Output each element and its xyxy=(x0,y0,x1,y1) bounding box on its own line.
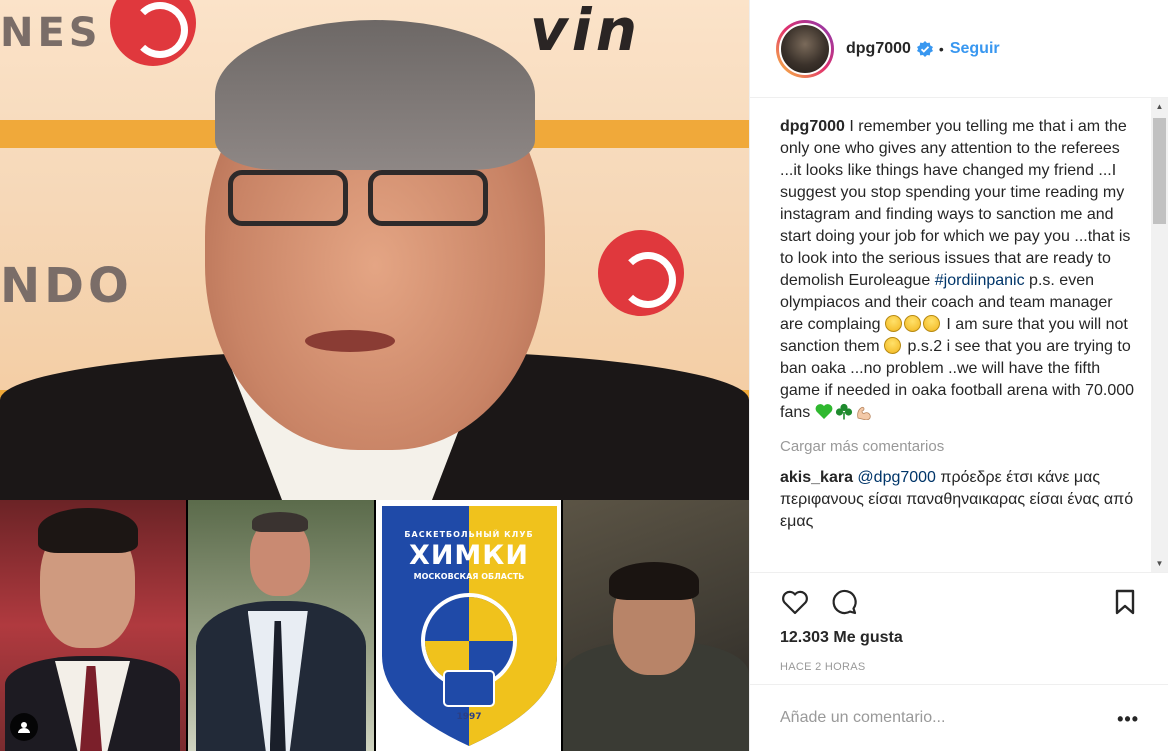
green-heart-icon xyxy=(815,404,833,419)
caption: dpg7000 I remember you telling me that i… xyxy=(780,116,1138,424)
verified-badge-icon xyxy=(916,40,933,57)
post-media[interactable]: NES vin NDO БАСКЕТБОЛЬНЫЙ КЛУБ ХИМКИ МОС… xyxy=(0,0,749,751)
load-more-comments-link[interactable]: Cargar más comentarios xyxy=(780,438,1138,455)
comment-author[interactable]: akis_kara xyxy=(780,469,853,486)
caption-author[interactable]: dpg7000 xyxy=(780,118,845,135)
comment-mention[interactable]: @dpg7000 xyxy=(857,469,936,486)
thumbnail-coach-1 xyxy=(0,500,186,751)
thumbnail-owner xyxy=(563,500,749,751)
post-header: dpg7000 • Seguir xyxy=(750,0,1168,98)
laughing-emoji-icon xyxy=(922,315,940,332)
scroll-down-arrow-icon[interactable]: ▼ xyxy=(1151,555,1168,572)
khimki-club-text: БАСКЕТБОЛЬНЫЙ КЛУБ xyxy=(404,530,534,539)
owner-hair xyxy=(609,562,700,600)
khimki-year-text: 1997 xyxy=(456,712,482,722)
man-hair xyxy=(215,20,535,170)
shamrock-icon xyxy=(835,403,852,420)
airline-logo-top xyxy=(110,0,196,66)
comment-item: akis_kara @dpg7000 πρόεδρε έτσι κάνε μας… xyxy=(780,467,1138,533)
thumbnail-khimki-logo: БАСКЕТБОЛЬНЫЙ КЛУБ ХИМКИ МОСКОВСКАЯ ОБЛА… xyxy=(375,500,562,751)
khimki-region-text: МОСКОВСКАЯ ОБЛАСТЬ xyxy=(413,572,525,581)
post-timestamp[interactable]: HACE 2 HORAS xyxy=(780,661,866,673)
banner-text-left: NES xyxy=(0,10,102,56)
glasses-right xyxy=(368,170,488,226)
user-tag-icon[interactable] xyxy=(10,713,38,741)
avatar-image xyxy=(779,22,831,75)
hushed-emoji-icon xyxy=(884,337,902,354)
bookmark-icon[interactable] xyxy=(1110,587,1140,617)
comments-section[interactable]: dpg7000 I remember you telling me that i… xyxy=(750,98,1168,572)
coach-hair xyxy=(251,512,308,532)
hero-photo: NES vin NDO xyxy=(0,0,749,500)
comment-icon[interactable] xyxy=(829,587,859,617)
caption-text-1: I remember you telling me that i am the … xyxy=(780,118,1131,289)
laughing-emoji-icon xyxy=(903,315,921,332)
man-mouth xyxy=(305,330,395,352)
airline-logo-right xyxy=(598,230,684,316)
likes-count[interactable]: 12.303 Me gusta xyxy=(780,629,903,647)
banner-text-right: vin xyxy=(530,0,641,64)
coach-hair xyxy=(38,508,138,553)
follow-button[interactable]: Seguir xyxy=(950,40,1000,58)
avatar[interactable] xyxy=(776,19,834,78)
banner-text-mid: NDO xyxy=(0,258,133,314)
add-comment-bar: ••• xyxy=(750,684,1168,751)
add-comment-input[interactable] xyxy=(780,709,1100,727)
thumbnail-coach-2 xyxy=(187,500,374,751)
scrollbar-thumb[interactable] xyxy=(1153,118,1166,224)
post-panel: dpg7000 • Seguir dpg7000 I remember you … xyxy=(749,0,1168,751)
flexed-biceps-icon xyxy=(856,406,871,420)
laughing-emoji-icon xyxy=(884,315,902,332)
post-username[interactable]: dpg7000 xyxy=(846,40,911,58)
header-separator: • xyxy=(938,40,944,57)
post-actions: 12.303 Me gusta HACE 2 HORAS xyxy=(750,572,1168,684)
comments-scrollbar[interactable]: ▲ ▼ xyxy=(1151,98,1168,572)
heart-icon[interactable] xyxy=(780,587,810,617)
khimki-name-text: ХИМКИ xyxy=(409,540,529,571)
more-options-icon[interactable]: ••• xyxy=(1117,709,1139,730)
caption-hashtag[interactable]: #jordiinpanic xyxy=(935,272,1025,289)
glasses-left xyxy=(228,170,348,226)
scroll-up-arrow-icon[interactable]: ▲ xyxy=(1151,98,1168,115)
thumbnail-row: БАСКЕТБОЛЬНЫЙ КЛУБ ХИМКИ МОСКОВСКАЯ ОБЛА… xyxy=(0,500,749,751)
